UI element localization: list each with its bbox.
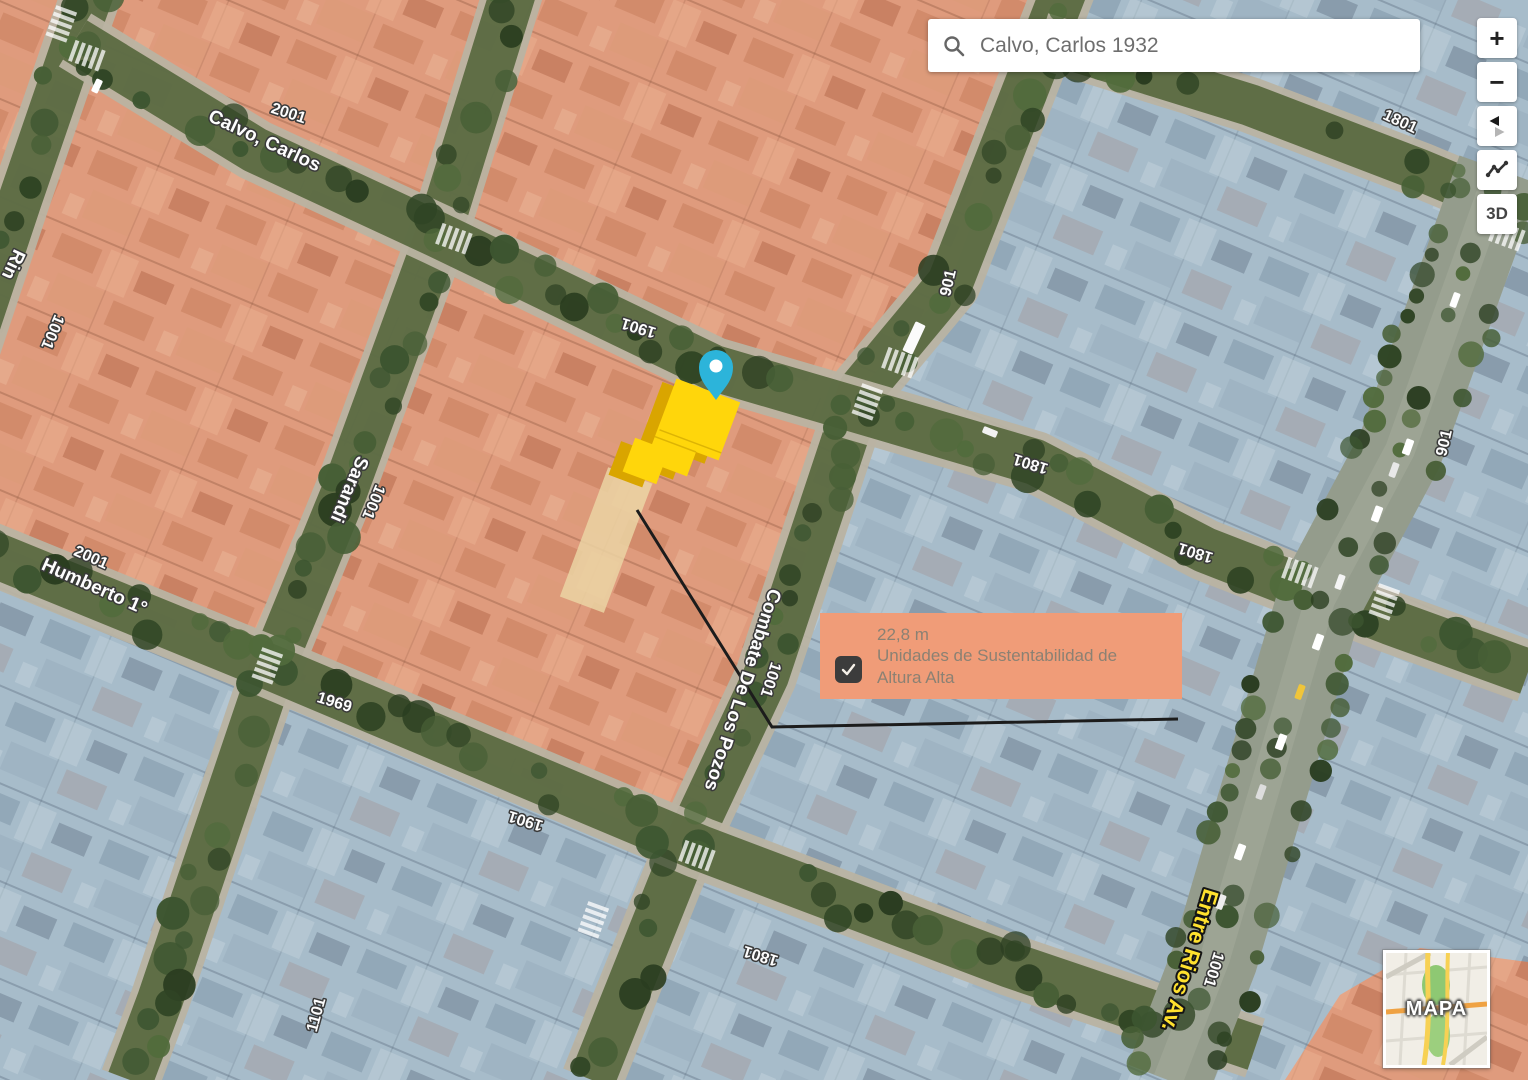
- zoom-in-button[interactable]: +: [1477, 18, 1517, 58]
- map-canvas[interactable]: 2001Calvo, CarlosRin1001Sarandi10012001H…: [0, 0, 1528, 1080]
- map-application: 2001Calvo, CarlosRin1001Sarandi10012001H…: [0, 0, 1528, 1080]
- basemap-toggle[interactable]: MAPA: [1383, 950, 1490, 1068]
- search-icon: [942, 34, 966, 58]
- sustainability-checkbox[interactable]: [835, 656, 862, 683]
- search-input[interactable]: [978, 33, 1406, 59]
- parcel-info-callout: 22,8 m Unidades de Sustentabilidad de Al…: [820, 613, 1182, 699]
- zoom-out-button[interactable]: −: [1477, 62, 1517, 102]
- search-box: [928, 19, 1420, 72]
- map-tools: + − 3D: [1477, 18, 1517, 234]
- elevation-profile-button[interactable]: [1477, 150, 1517, 190]
- height-value: 22,8 m: [877, 624, 1162, 645]
- minimap-label: MAPA: [1386, 953, 1487, 1065]
- sustainability-label: Unidades de Sustentabilidad de Altura Al…: [877, 646, 1117, 686]
- pin-center-dot: [710, 360, 723, 373]
- view-3d-button[interactable]: 3D: [1477, 194, 1517, 234]
- compass-icon: [1485, 114, 1509, 138]
- compass-button[interactable]: [1477, 106, 1517, 146]
- checkmark-icon: [840, 661, 857, 678]
- callout-text: 22,8 m Unidades de Sustentabilidad de Al…: [877, 624, 1162, 688]
- line-chart-icon: [1484, 158, 1510, 182]
